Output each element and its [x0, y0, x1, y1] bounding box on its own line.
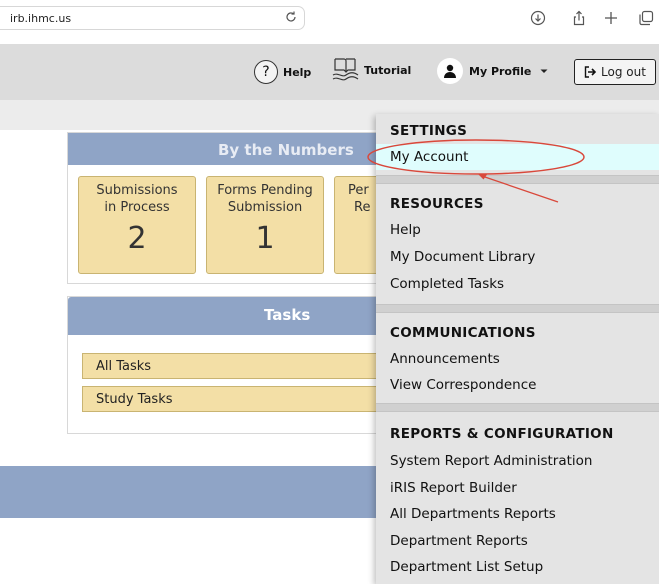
new-tab-icon[interactable] [603, 10, 619, 26]
help-label: Help [283, 65, 312, 79]
logout-label: Log out [601, 65, 646, 79]
help-icon: ? [254, 60, 278, 84]
url-text: irb.ihmc.us [10, 12, 72, 25]
reload-icon[interactable] [284, 10, 298, 24]
menu-divider [376, 304, 659, 313]
menu-item-view-correspondence[interactable]: View Correspondence [376, 372, 659, 398]
tabs-overview-icon[interactable] [638, 10, 654, 26]
stat-card-forms-pending-submission[interactable]: Forms Pending Submission 1 [206, 176, 324, 274]
download-icon[interactable] [530, 10, 546, 26]
menu-section-resources: RESOURCES [390, 196, 484, 212]
menu-section-reports-configuration: REPORTS & CONFIGURATION [390, 426, 614, 442]
tasks-panel-title: Tasks [264, 306, 311, 324]
menu-item-my-document-library[interactable]: My Document Library [376, 244, 659, 270]
numbers-panel-header: By the Numbers [68, 133, 386, 165]
menu-item-department-list-setup[interactable]: Department List Setup [376, 554, 659, 580]
menu-divider [376, 175, 659, 184]
menu-section-communications: COMMUNICATIONS [390, 325, 536, 341]
logout-icon [584, 66, 597, 78]
browser-toolbar: irb.ihmc.us [0, 0, 659, 38]
tasks-panel-header: Tasks [68, 297, 386, 335]
task-link-all-tasks[interactable]: All Tasks [82, 353, 402, 379]
tutorial-button[interactable]: Tutorial [330, 56, 411, 84]
share-icon[interactable] [571, 10, 587, 26]
tasks-panel: Tasks All Tasks Study Tasks [67, 296, 402, 434]
caret-down-icon [540, 69, 548, 73]
profile-dropdown-menu: SETTINGS My Account RESOURCES Help My Do… [376, 114, 659, 584]
stat-card-label: Forms Pending [217, 183, 313, 198]
stat-card-submissions-in-process[interactable]: Submissions in Process 2 [78, 176, 196, 274]
menu-item-announcements[interactable]: Announcements [376, 346, 659, 372]
numbers-panel-title: By the Numbers [218, 141, 354, 159]
menu-divider [376, 403, 659, 412]
menu-item-my-account[interactable]: My Account [376, 144, 659, 170]
logout-button[interactable]: Log out [574, 59, 656, 85]
tutorial-label: Tutorial [364, 63, 412, 77]
menu-item-help[interactable]: Help [376, 217, 659, 243]
menu-item-completed-tasks[interactable]: Completed Tasks [376, 271, 659, 297]
menu-item-all-departments-reports[interactable]: All Departments Reports [376, 501, 659, 527]
menu-item-iris-report-builder[interactable]: iRIS Report Builder [376, 475, 659, 501]
my-profile-button[interactable]: My Profile [437, 58, 549, 84]
stat-card-count: 1 [255, 221, 275, 256]
address-bar[interactable]: irb.ihmc.us [0, 6, 305, 30]
help-button[interactable]: ? Help [254, 60, 311, 84]
menu-item-department-reports[interactable]: Department Reports [376, 528, 659, 554]
app-header: ? Help Tutorial My Profile Log out [0, 44, 659, 100]
stat-card-label: Submissions [96, 183, 178, 198]
stat-card-count: 2 [127, 221, 147, 256]
menu-section-settings: SETTINGS [390, 123, 468, 139]
profile-label: My Profile [469, 64, 532, 78]
stat-card-label: Submission [227, 200, 303, 215]
book-icon [332, 58, 359, 81]
by-the-numbers-panel: By the Numbers Submissions in Process 2 … [67, 132, 387, 284]
stat-card-label: in Process [104, 200, 170, 215]
task-link-study-tasks[interactable]: Study Tasks [82, 386, 402, 412]
menu-item-system-report-administration[interactable]: System Report Administration [376, 448, 659, 474]
user-avatar-icon [437, 58, 463, 84]
